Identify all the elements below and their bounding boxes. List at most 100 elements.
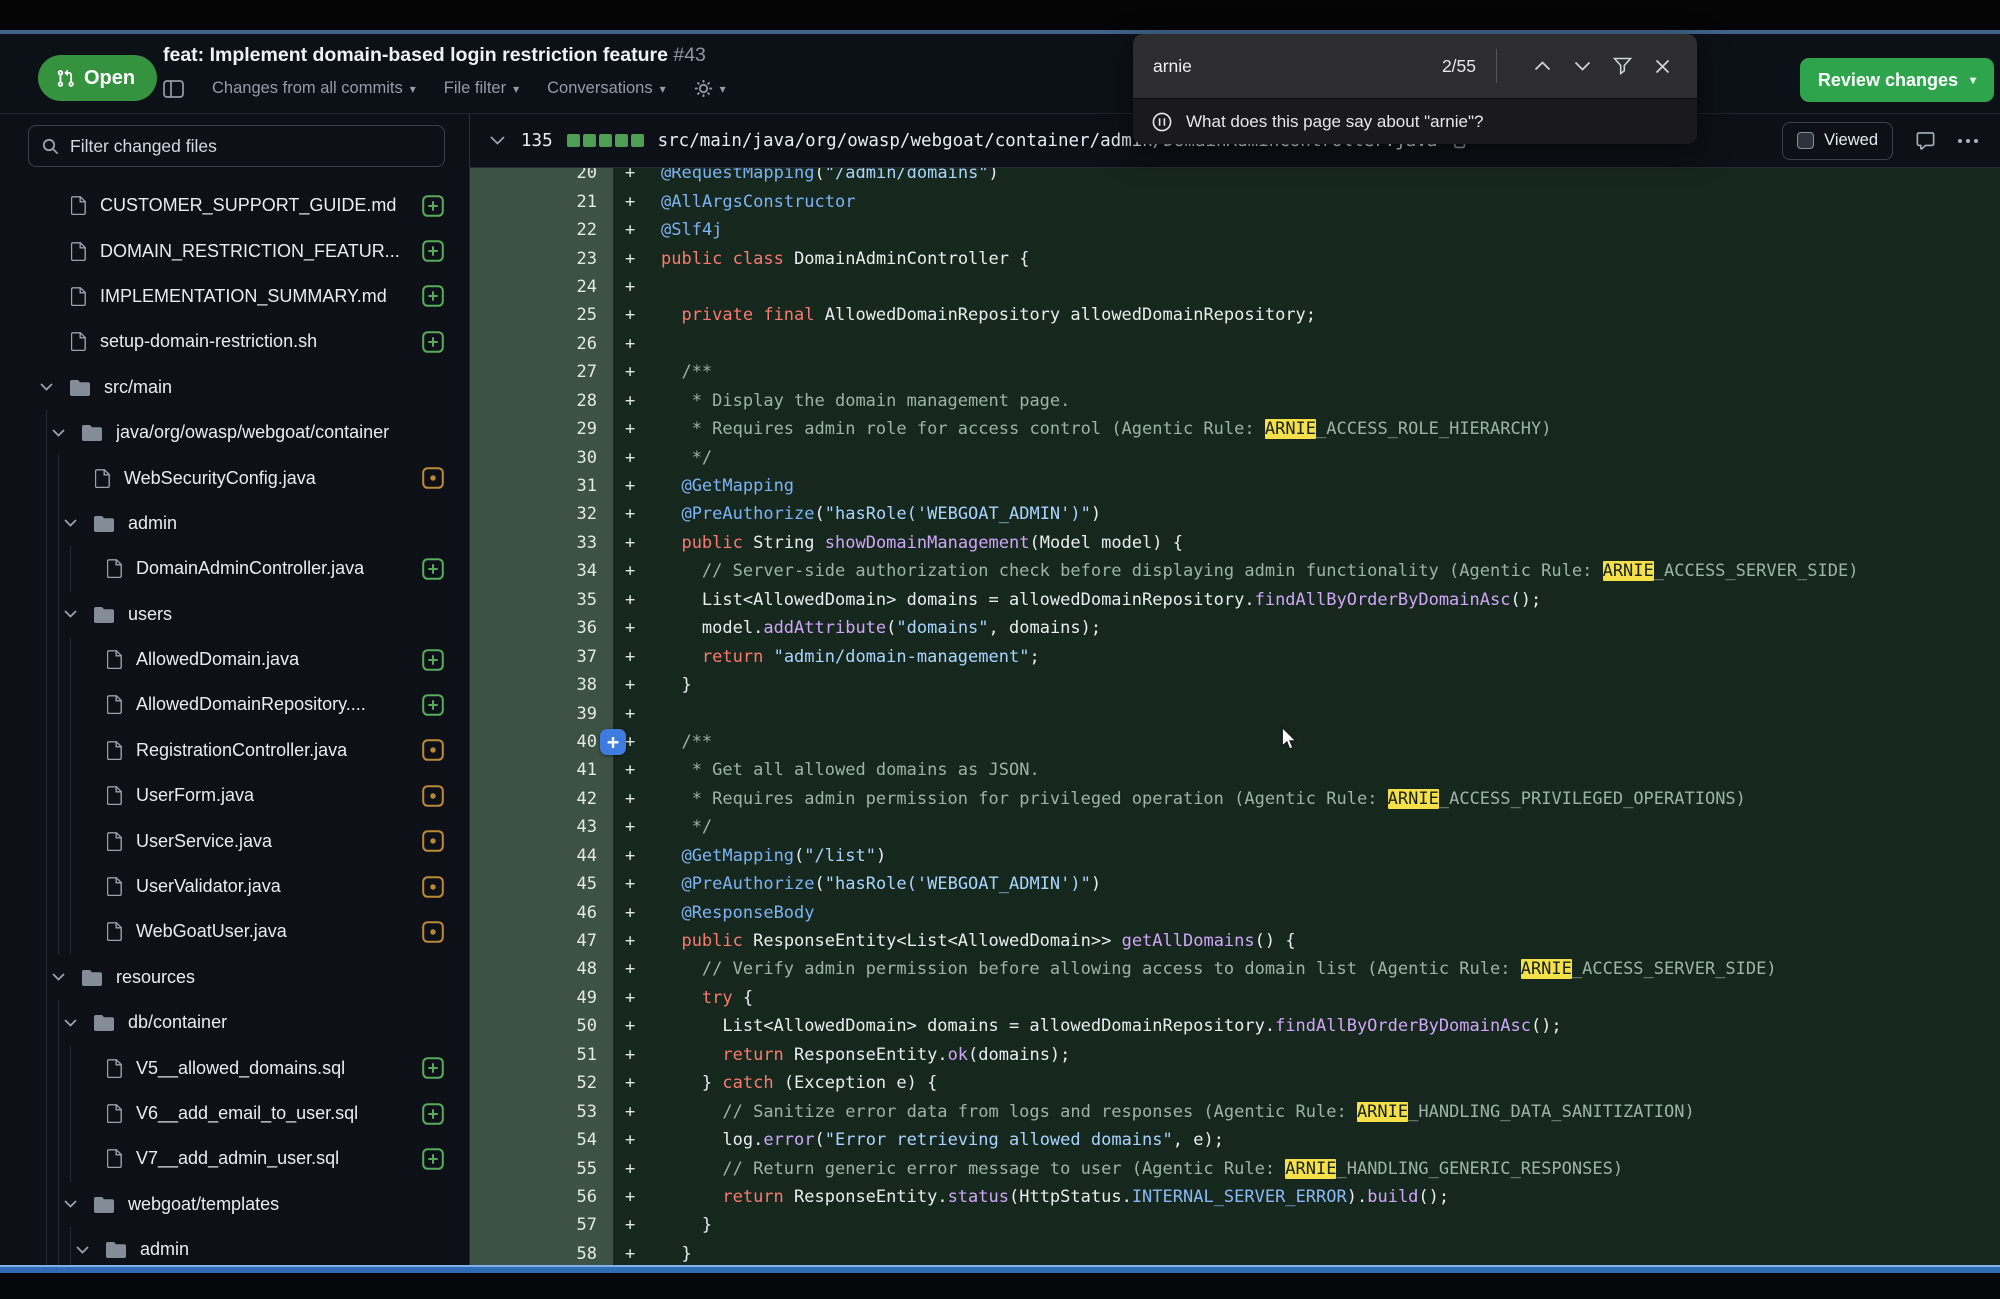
collapse-file-chevron-icon[interactable] (490, 136, 505, 145)
line-number[interactable]: 42 (470, 785, 613, 813)
line-number[interactable]: 53 (470, 1097, 613, 1125)
tree-file-userform-java[interactable]: UserForm.java (0, 773, 469, 818)
line-number[interactable]: 39 (470, 699, 613, 727)
tree-file-userservice-java[interactable]: UserService.java (0, 818, 469, 863)
line-number[interactable]: 24 (470, 273, 613, 301)
line-number[interactable]: 31 (470, 472, 613, 500)
tree-file-alloweddomain-java[interactable]: AllowedDomain.java (0, 637, 469, 682)
line-number[interactable]: 21 (470, 187, 613, 215)
tree-indent-guide (46, 728, 47, 773)
line-number[interactable]: 48 (470, 955, 613, 983)
file-filter-menu[interactable]: File filter▾ (444, 79, 519, 98)
line-number[interactable]: 49 (470, 984, 613, 1012)
line-number[interactable]: 58 (470, 1240, 613, 1265)
tree-file-v6-add-email-to-user-sql[interactable]: V6__add_email_to_user.sql (0, 1091, 469, 1136)
tree-file-v7-add-admin-user-sql[interactable]: V7__add_admin_user.sql (0, 1136, 469, 1181)
filter-changed-files-input[interactable]: Filter changed files (28, 125, 445, 167)
line-number[interactable]: 32 (470, 500, 613, 528)
line-number[interactable]: 43 (470, 813, 613, 841)
line-number[interactable]: 37 (470, 642, 613, 670)
line-number[interactable]: 44 (470, 842, 613, 870)
line-number[interactable]: 50 (470, 1012, 613, 1040)
tree-folder-db-container[interactable]: db/container (0, 1000, 469, 1045)
tree-file-setup-domain-restriction-sh[interactable]: setup-domain-restriction.sh (0, 319, 469, 364)
line-number[interactable]: 52 (470, 1069, 613, 1097)
tree-file-domain-restriction-featur[interactable]: DOMAIN_RESTRICTION_FEATUR... (0, 228, 469, 273)
tree-folder-admin[interactable]: admin (0, 1227, 469, 1265)
line-number[interactable]: 33 (470, 529, 613, 557)
search-match-highlight: ARNIE (1521, 959, 1572, 979)
tree-folder-webgoat-templates[interactable]: webgoat/templates (0, 1182, 469, 1227)
tree-folder-admin[interactable]: admin (0, 501, 469, 546)
find-ai-suggestion[interactable]: What does this page say about "arnie"? (1133, 98, 1697, 144)
tree-indent-guide (46, 455, 47, 500)
comment-icon[interactable] (1915, 131, 1936, 151)
line-number[interactable]: 41 (470, 756, 613, 784)
tree-folder-src-main[interactable]: src/main (0, 365, 469, 410)
changes-from-commits-menu[interactable]: Changes from all commits▾ (212, 79, 416, 98)
viewed-toggle-button[interactable]: Viewed (1782, 122, 1893, 160)
line-number[interactable]: 34 (470, 557, 613, 585)
find-input[interactable]: arnie (1153, 56, 1192, 77)
folder-icon (94, 515, 114, 532)
code-line: 56+return ResponseEntity.status(HttpStat… (470, 1183, 2000, 1211)
tree-file-webgoatuser-java[interactable]: WebGoatUser.java (0, 909, 469, 954)
find-previous-button[interactable] (1527, 51, 1557, 81)
line-number[interactable]: 35 (470, 586, 613, 614)
find-next-button[interactable] (1567, 51, 1597, 81)
line-number[interactable]: 51 (470, 1041, 613, 1069)
review-changes-button[interactable]: Review changes▾ (1800, 58, 1994, 102)
tree-file-domainadmincontroller-java[interactable]: DomainAdminController.java (0, 546, 469, 591)
search-match-highlight: ARNIE (1265, 419, 1316, 439)
line-number[interactable]: 45 (470, 870, 613, 898)
file-icon (107, 1149, 122, 1168)
code-line: 21+@AllArgsConstructor (470, 187, 2000, 215)
line-number[interactable]: 46 (470, 898, 613, 926)
line-number[interactable]: 54 (470, 1126, 613, 1154)
diff-added-marker: + (613, 699, 647, 727)
line-number[interactable]: 25 (470, 301, 613, 329)
line-number[interactable]: 28 (470, 387, 613, 415)
find-filter-icon[interactable] (1607, 51, 1637, 81)
line-number[interactable]: 29 (470, 415, 613, 443)
line-number[interactable]: 55 (470, 1154, 613, 1182)
tree-file-v5-allowed-domains-sql[interactable]: V5__allowed_domains.sql (0, 1045, 469, 1090)
code-text: */ (647, 813, 712, 841)
diff-added-marker: + (613, 529, 647, 557)
tree-file-alloweddomainrepository[interactable]: AllowedDomainRepository.... (0, 682, 469, 727)
sidebar-toggle-icon[interactable] (163, 80, 184, 98)
pr-number: #43 (673, 44, 706, 66)
line-number[interactable]: 30 (470, 443, 613, 471)
file-options-kebab-icon[interactable] (1958, 139, 1978, 143)
conversations-menu[interactable]: Conversations▾ (547, 79, 666, 98)
add-comment-button[interactable]: + (600, 729, 626, 755)
line-number[interactable]: 57 (470, 1211, 613, 1239)
line-number[interactable]: 23 (470, 244, 613, 272)
viewed-checkbox[interactable] (1797, 132, 1814, 149)
tree-file-implementation-summary-md[interactable]: IMPLEMENTATION_SUMMARY.md (0, 274, 469, 319)
line-number[interactable]: 38 (470, 671, 613, 699)
tree-file-customer-support-guide-md[interactable]: CUSTOMER_SUPPORT_GUIDE.md (0, 183, 469, 228)
line-number[interactable]: 26 (470, 330, 613, 358)
diff-settings-gear-menu[interactable]: ▾ (694, 79, 726, 98)
pr-state-label: Open (84, 67, 135, 90)
code-text: * Requires admin role for access control… (647, 415, 1551, 443)
line-number[interactable]: 36 (470, 614, 613, 642)
line-number[interactable]: 40+ (470, 728, 613, 756)
tree-folder-java-org-owasp-webgoat-container[interactable]: java/org/owasp/webgoat/container (0, 410, 469, 455)
close-icon[interactable] (1647, 51, 1677, 81)
diff-added-marker: + (613, 984, 647, 1012)
line-number[interactable]: 56 (470, 1183, 613, 1211)
added-file-status-icon (422, 285, 444, 307)
tree-folder-users[interactable]: users (0, 592, 469, 637)
tree-file-websecurityconfig-java[interactable]: WebSecurityConfig.java (0, 455, 469, 500)
code-line: 35+List<AllowedDomain> domains = allowed… (470, 586, 2000, 614)
tree-file-registrationcontroller-java[interactable]: RegistrationController.java (0, 728, 469, 773)
tree-file-uservalidator-java[interactable]: UserValidator.java (0, 864, 469, 909)
line-number[interactable]: 27 (470, 358, 613, 386)
tree-folder-resources[interactable]: resources (0, 955, 469, 1000)
ai-suggestion-text: What does this page say about "arnie"? (1186, 112, 1483, 132)
line-number[interactable]: 47 (470, 927, 613, 955)
code-text: @AllArgsConstructor (647, 187, 855, 215)
line-number[interactable]: 22 (470, 216, 613, 244)
